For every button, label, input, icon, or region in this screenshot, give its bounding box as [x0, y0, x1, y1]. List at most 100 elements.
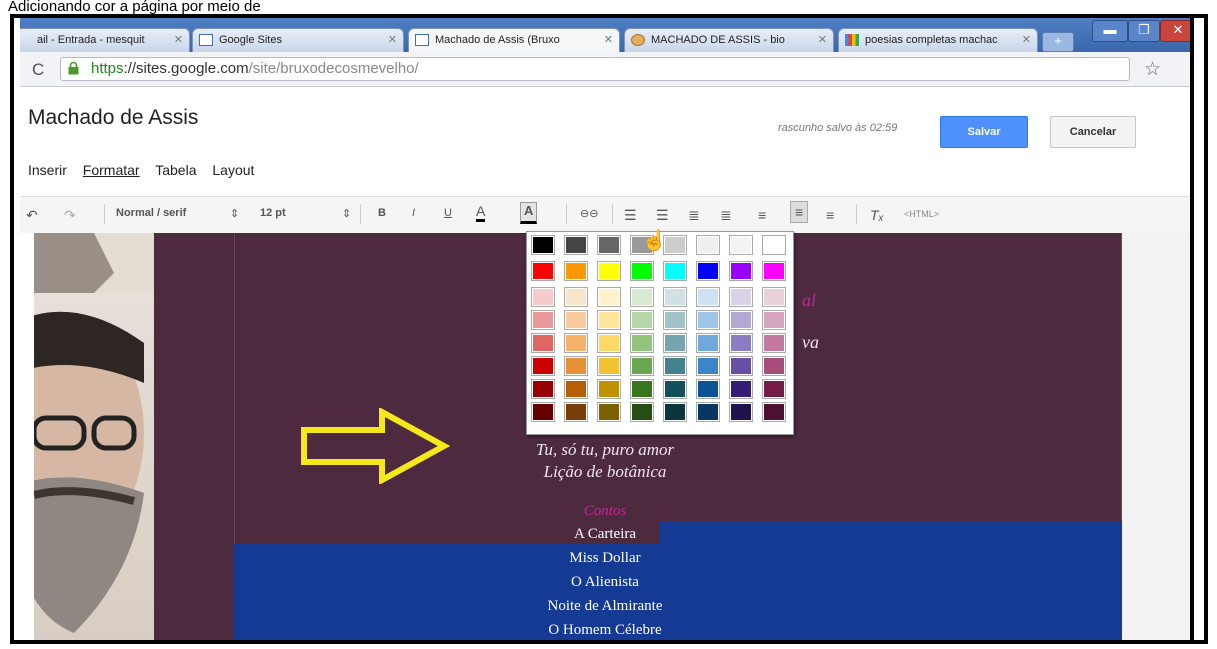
- color-swatch[interactable]: [597, 261, 621, 281]
- color-swatch[interactable]: [729, 310, 753, 330]
- tab-gmail[interactable]: ail - Entrada - mesquit ✕: [20, 28, 190, 52]
- color-swatch[interactable]: [663, 402, 687, 422]
- indent-icon[interactable]: ≣: [720, 207, 732, 224]
- align-center-icon[interactable]: ≡: [790, 201, 809, 223]
- new-tab-button[interactable]: +: [1042, 32, 1074, 52]
- color-swatch[interactable]: [564, 333, 588, 353]
- color-swatch[interactable]: [597, 333, 621, 353]
- url-input[interactable]: https://sites.google.com/site/bruxodecos…: [60, 57, 1130, 81]
- story-title[interactable]: O Alienista: [20, 574, 1190, 591]
- clear-format-icon[interactable]: Tₓ: [870, 207, 884, 223]
- link-icon[interactable]: ⊖⊖: [580, 207, 598, 220]
- color-swatch[interactable]: [663, 356, 687, 376]
- color-swatch[interactable]: [597, 356, 621, 376]
- bullet-list-icon[interactable]: ☰: [656, 207, 669, 224]
- color-swatch[interactable]: [630, 287, 654, 307]
- color-swatch[interactable]: [531, 356, 555, 376]
- menu-formatar[interactable]: Formatar: [83, 162, 140, 178]
- color-swatch[interactable]: [597, 287, 621, 307]
- color-swatch[interactable]: [696, 356, 720, 376]
- color-swatch[interactable]: [630, 379, 654, 399]
- color-swatch[interactable]: [564, 402, 588, 422]
- color-swatch[interactable]: [729, 379, 753, 399]
- color-swatch[interactable]: [696, 235, 720, 255]
- color-swatch[interactable]: [762, 235, 786, 255]
- story-title[interactable]: A Carteira: [20, 526, 1190, 543]
- color-swatch[interactable]: [531, 261, 555, 281]
- color-swatch[interactable]: [663, 310, 687, 330]
- text-color-icon[interactable]: A: [476, 203, 486, 222]
- close-icon[interactable]: ✕: [388, 29, 397, 51]
- style-dropdown-icon[interactable]: ⇕: [230, 207, 239, 220]
- color-swatch[interactable]: [762, 402, 786, 422]
- color-swatch[interactable]: [696, 379, 720, 399]
- close-icon[interactable]: ✕: [1022, 29, 1031, 51]
- tab-poesias[interactable]: poesias completas machac ✕: [838, 28, 1038, 52]
- close-icon[interactable]: ✕: [174, 29, 183, 51]
- reload-icon[interactable]: C: [32, 60, 44, 80]
- color-swatch[interactable]: [663, 287, 687, 307]
- color-swatch[interactable]: [762, 379, 786, 399]
- color-swatch[interactable]: [564, 235, 588, 255]
- color-swatch[interactable]: [531, 235, 555, 255]
- font-style-select[interactable]: Normal / serif: [116, 207, 186, 219]
- color-swatch[interactable]: [597, 235, 621, 255]
- color-swatch[interactable]: [597, 402, 621, 422]
- color-swatch[interactable]: [564, 379, 588, 399]
- color-swatch[interactable]: [564, 287, 588, 307]
- color-swatch[interactable]: [729, 356, 753, 376]
- color-swatch[interactable]: [729, 333, 753, 353]
- color-swatch[interactable]: [531, 287, 555, 307]
- color-swatch[interactable]: [696, 402, 720, 422]
- cancel-button[interactable]: Cancelar: [1050, 116, 1136, 148]
- bold-icon[interactable]: B: [378, 207, 386, 219]
- close-icon[interactable]: ✕: [604, 29, 613, 51]
- minimize-button[interactable]: ▬: [1092, 20, 1128, 42]
- underline-icon[interactable]: U: [444, 207, 452, 219]
- close-window-button[interactable]: ✕: [1160, 20, 1190, 42]
- color-swatch[interactable]: [531, 402, 555, 422]
- color-swatch[interactable]: [531, 310, 555, 330]
- tab-machado-bruxo[interactable]: Machado de Assis (Bruxo ✕: [408, 28, 620, 52]
- color-swatch[interactable]: [729, 235, 753, 255]
- story-title[interactable]: Miss Dollar: [20, 550, 1190, 567]
- color-swatch[interactable]: [597, 310, 621, 330]
- color-swatch[interactable]: [630, 356, 654, 376]
- italic-icon[interactable]: I: [412, 207, 415, 219]
- outdent-icon[interactable]: ≣: [688, 207, 700, 224]
- color-swatch[interactable]: [564, 356, 588, 376]
- redo-icon[interactable]: ↷: [64, 207, 76, 224]
- color-swatch[interactable]: [564, 310, 588, 330]
- align-right-icon[interactable]: ≡: [826, 207, 834, 223]
- color-swatch[interactable]: [696, 261, 720, 281]
- tab-google-sites[interactable]: Google Sites ✕: [192, 28, 404, 52]
- color-swatch[interactable]: [630, 402, 654, 422]
- close-icon[interactable]: ✕: [818, 29, 827, 51]
- color-swatch[interactable]: [762, 287, 786, 307]
- save-button[interactable]: Salvar: [940, 116, 1028, 148]
- highlight-color-icon[interactable]: A: [520, 202, 538, 224]
- color-swatch[interactable]: [696, 287, 720, 307]
- maximize-button[interactable]: ❐: [1128, 20, 1160, 42]
- color-swatch[interactable]: [696, 333, 720, 353]
- color-swatch[interactable]: [762, 261, 786, 281]
- menu-inserir[interactable]: Inserir: [28, 162, 67, 178]
- color-swatch[interactable]: [729, 402, 753, 422]
- color-swatch[interactable]: [729, 261, 753, 281]
- color-swatch[interactable]: [630, 261, 654, 281]
- menu-tabela[interactable]: Tabela: [155, 162, 196, 178]
- color-swatch[interactable]: [663, 261, 687, 281]
- color-swatch[interactable]: [630, 333, 654, 353]
- color-swatch[interactable]: [663, 235, 687, 255]
- story-title[interactable]: O Homem Célebre: [20, 622, 1190, 639]
- font-size-select[interactable]: 12 pt: [260, 207, 286, 219]
- color-swatch[interactable]: [762, 356, 786, 376]
- color-swatch[interactable]: [531, 333, 555, 353]
- color-swatch[interactable]: [630, 310, 654, 330]
- html-button[interactable]: <HTML>: [904, 209, 939, 219]
- align-left-icon[interactable]: ≡: [758, 207, 766, 223]
- size-dropdown-icon[interactable]: ⇕: [342, 207, 351, 220]
- undo-icon[interactable]: ↶: [26, 207, 38, 224]
- numbered-list-icon[interactable]: ☰: [624, 207, 637, 224]
- story-title[interactable]: Noite de Almirante: [20, 598, 1190, 615]
